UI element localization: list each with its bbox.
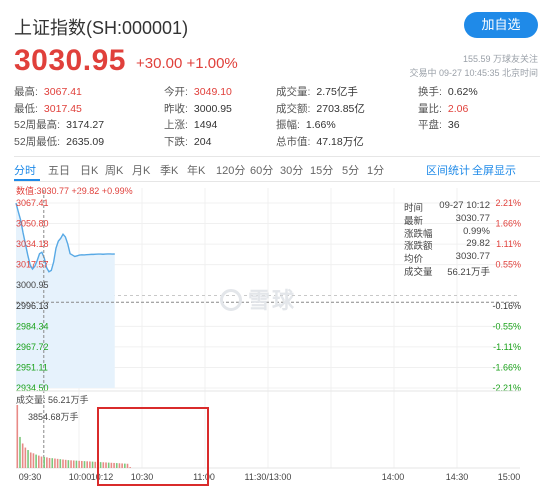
volume-bar	[27, 450, 29, 468]
y-axis-label-left: 2967.72	[16, 342, 49, 352]
x-axis-label: 11:30/13:00	[245, 472, 292, 482]
volume-bar	[91, 461, 94, 468]
tooltip-row: 时间 09-27 10:12	[390, 200, 490, 214]
volume-label: 成交量: 56.21万手	[16, 395, 89, 405]
tooltip-value: 56.21万手	[447, 266, 490, 278]
x-axis-label: 14:00	[382, 472, 405, 482]
y-axis-label-right: 2.21%	[495, 198, 521, 208]
tooltip-value: 29.82	[466, 238, 490, 250]
y-axis-label-right: 1.11%	[496, 239, 521, 249]
volume-bar	[51, 458, 54, 468]
y-axis-label-right: 1.66%	[495, 219, 521, 229]
y-axis-label-right: -0.16%	[492, 301, 521, 311]
watermark: 雪球	[220, 283, 296, 315]
y-axis-label-right: 0.55%	[495, 260, 521, 270]
volume-bar	[56, 458, 59, 468]
volume-bar	[86, 461, 88, 468]
price-area-fill	[16, 203, 115, 388]
volume-bar	[83, 461, 86, 468]
x-axis-label: 10:00	[69, 472, 92, 482]
volume-bar	[75, 460, 78, 468]
tooltip-row: 涨跌额 29.82	[390, 238, 490, 252]
x-axis-label: 09:30	[19, 472, 42, 482]
tooltip-row: 涨跌幅 0.99%	[390, 225, 490, 240]
volume-bar	[64, 459, 67, 468]
volume-bar	[48, 458, 51, 468]
volume-bar	[29, 452, 32, 468]
volume-bar	[35, 454, 37, 468]
highlight-annotation-box	[97, 407, 209, 486]
y-axis-label-left: 3000.95	[16, 280, 49, 290]
volume-bar	[16, 405, 19, 468]
y-axis-label-right: -0.55%	[492, 321, 521, 331]
volume-max-label: 3854.68万手	[28, 412, 79, 422]
tooltip-value: 0.99%	[463, 225, 490, 237]
volume-bar	[54, 458, 56, 468]
volume-bar	[70, 460, 72, 468]
snowball-logo-icon	[220, 289, 242, 311]
volume-bar	[89, 461, 91, 468]
crosshair-tooltip: 时间 09-27 10:12 最新 3030.77 涨跌幅 0.99% 涨跌额 29.82 均价…	[390, 200, 490, 278]
tooltip-key: 成交量	[404, 266, 433, 278]
y-axis-label-left: 3050.80	[16, 219, 49, 229]
volume-bar	[72, 460, 75, 468]
x-axis-label: 15:00	[498, 472, 521, 482]
y-axis-label-left: 2996.13	[16, 301, 49, 311]
volume-bar	[62, 459, 64, 468]
y-axis-label-left: 3067.41	[16, 198, 49, 208]
y-axis-label-left: 3034.18	[16, 239, 49, 249]
y-axis-label-left: 3017.57	[16, 260, 49, 270]
volume-bar	[24, 447, 27, 468]
watermark-text: 雪球	[248, 288, 297, 313]
volume-bar	[78, 460, 80, 468]
volume-bar	[59, 459, 62, 468]
tooltip-row: 最新 3030.77	[390, 212, 490, 227]
tooltip-value: 3030.77	[455, 251, 490, 263]
tooltip-row: 均价 3030.77	[390, 251, 490, 265]
volume-bar	[21, 443, 24, 468]
volume-bar	[81, 460, 83, 468]
y-axis-label-left: 2951.11	[16, 362, 48, 372]
volume-bar	[40, 456, 43, 468]
volume-bar	[46, 457, 48, 468]
tooltip-value: 3030.77	[455, 212, 490, 224]
volume-bar	[19, 436, 21, 468]
y-axis-label-right: -1.11%	[493, 342, 521, 352]
y-axis-label-left: 2984.34	[16, 321, 49, 331]
tooltip-value: 09-27 10:12	[439, 200, 490, 211]
volume-bar	[43, 456, 45, 468]
volume-bar	[94, 461, 97, 468]
volume-bar	[67, 460, 70, 468]
tooltip-row: 成交量 56.21万手	[390, 264, 490, 278]
y-axis-label-right: -1.66%	[492, 362, 521, 372]
volume-bar	[32, 453, 35, 468]
volume-bar	[38, 455, 40, 468]
x-axis-label: 14:30	[446, 472, 469, 482]
